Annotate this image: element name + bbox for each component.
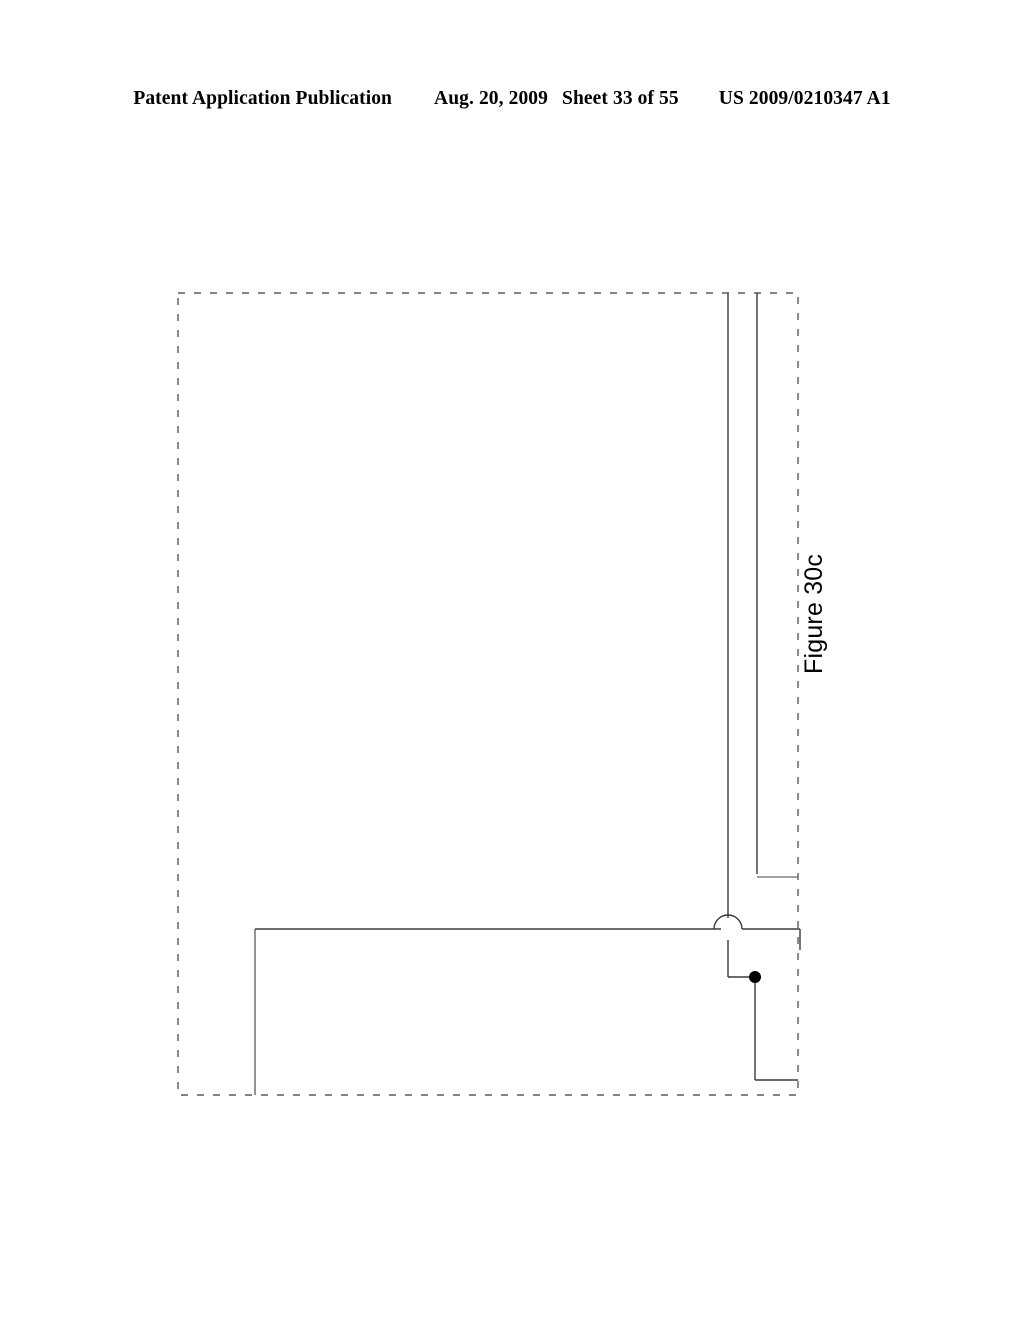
- junction-dot: [749, 971, 761, 983]
- drawing-svg: [177, 292, 801, 1096]
- figure-boundary-dashed-rect: [177, 292, 799, 1096]
- patent-drawing: [0, 0, 1024, 1320]
- figure-caption: Figure 30c: [800, 553, 828, 674]
